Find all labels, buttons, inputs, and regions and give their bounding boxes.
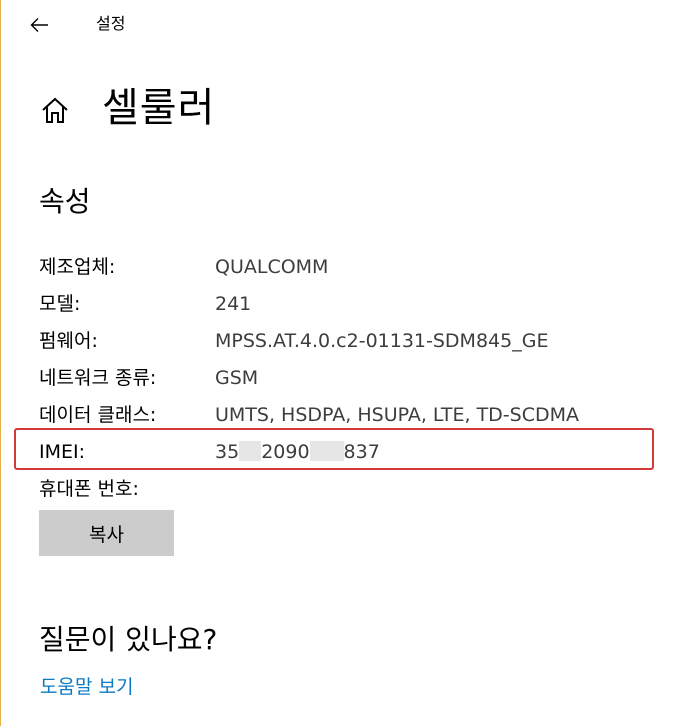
property-value: QUALCOMM [215, 256, 329, 278]
property-value: 241 [215, 293, 252, 315]
property-row-imei: IMEI: 35 2090 837 [39, 434, 679, 471]
property-label: 제조업체: [39, 256, 116, 278]
property-value: MPSS.AT.4.0.c2-01131-SDM845_GE [215, 330, 549, 352]
settings-window: 설정 셀룰러 속성 제조업체: QUALCOMM 모델: 241 펌웨어: MP… [0, 0, 690, 726]
window-title: 설정 [96, 14, 126, 33]
redaction-block [309, 441, 344, 461]
help-section-title: 질문이 있나요? [39, 623, 218, 656]
imei-part: 2090 [261, 441, 310, 463]
imei-part: 35 [215, 441, 240, 463]
title-bar: 설정 [0, 0, 690, 48]
property-label: 휴대폰 번호: [39, 478, 139, 500]
window-edge [0, 0, 1, 726]
property-row-phone-number: 휴대폰 번호: [39, 471, 679, 508]
property-row-network-type: 네트워크 종류: GSM [39, 360, 679, 397]
property-row-model: 모델: 241 [39, 286, 679, 323]
imei-part: 837 [343, 441, 380, 463]
property-value: GSM [215, 367, 259, 389]
property-label: 모델: [39, 293, 81, 315]
property-label: 네트워크 종류: [39, 367, 157, 389]
home-icon [40, 97, 70, 125]
property-label: 데이터 클래스: [39, 404, 157, 426]
copy-button[interactable]: 복사 [39, 510, 174, 556]
back-button[interactable] [23, 10, 57, 40]
arrow-left-icon [30, 18, 48, 32]
imei-value: 35 2090 837 [215, 434, 380, 471]
help-link[interactable]: 도움말 보기 [40, 673, 133, 701]
redaction-block [239, 441, 262, 461]
section-title-properties: 속성 [39, 185, 91, 218]
property-value: UMTS, HSDPA, HSUPA, LTE, TD-SCDMA [215, 404, 580, 426]
property-row-firmware: 펌웨어: MPSS.AT.4.0.c2-01131-SDM845_GE [39, 323, 679, 360]
property-row-manufacturer: 제조업체: QUALCOMM [39, 249, 679, 286]
property-label: IMEI: [39, 441, 86, 463]
property-label: 펌웨어: [39, 330, 98, 352]
property-row-data-class: 데이터 클래스: UMTS, HSDPA, HSUPA, LTE, TD-SCD… [39, 397, 679, 434]
page-title: 셀룰러 [102, 85, 216, 131]
properties-list: 제조업체: QUALCOMM 모델: 241 펌웨어: MPSS.AT.4.0.… [39, 249, 679, 508]
